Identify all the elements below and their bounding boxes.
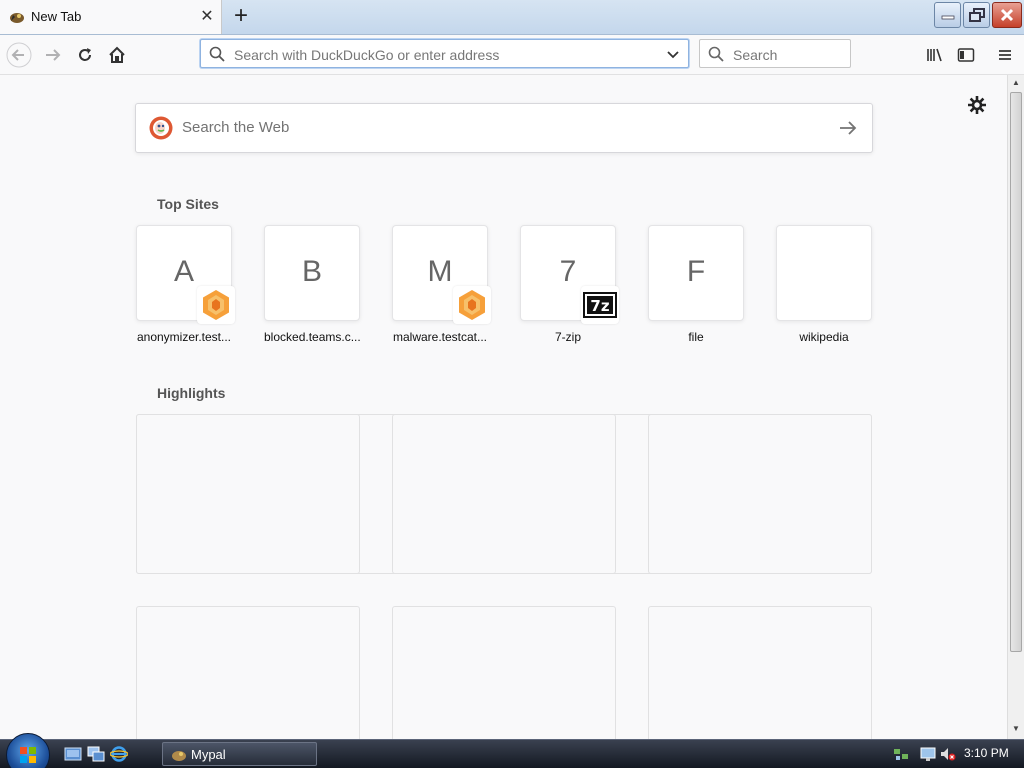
highlight-card[interactable] xyxy=(392,414,616,574)
sidebar-icon xyxy=(957,48,975,62)
web-search-box[interactable]: Search the Web xyxy=(135,103,873,153)
top-site-tile[interactable]: 7 7z 7-zip xyxy=(520,225,619,344)
sidebar-button[interactable] xyxy=(953,42,979,68)
window-controls xyxy=(934,2,1022,30)
highlight-card[interactable] xyxy=(136,414,360,574)
top-site-thumbnail[interactable]: F xyxy=(648,225,744,321)
library-icon xyxy=(927,48,942,62)
tab-title: New Tab xyxy=(31,9,82,24)
home-icon xyxy=(109,46,125,63)
top-site-tile[interactable]: F file xyxy=(648,225,744,344)
search-icon xyxy=(209,46,225,62)
hamburger-menu-icon xyxy=(999,50,1011,60)
top-site-thumbnail[interactable]: 7 7z xyxy=(520,225,619,324)
internet-explorer-icon[interactable] xyxy=(110,746,128,762)
display-icon[interactable] xyxy=(920,746,936,762)
minimize-icon xyxy=(941,15,954,20)
top-site-letter: M xyxy=(427,255,453,288)
new-tab-button[interactable]: + xyxy=(228,4,254,30)
highlights-title: Highlights xyxy=(157,385,226,401)
top-site-tile[interactable]: wikipedia xyxy=(776,225,872,344)
top-site-label: wikipedia xyxy=(799,330,849,344)
svg-text:7z: 7z xyxy=(590,297,609,315)
top-site-label: blocked.teams.c... xyxy=(264,330,360,344)
top-site-tile[interactable]: M malware.testcat... xyxy=(392,225,491,344)
chevron-down-icon[interactable] xyxy=(666,47,680,61)
forward-arrow-icon xyxy=(46,49,61,61)
reload-button[interactable] xyxy=(72,42,98,68)
top-site-label: 7-zip xyxy=(554,330,581,344)
search-input[interactable] xyxy=(731,45,845,65)
search-bar[interactable] xyxy=(699,39,851,68)
top-site-letter: F xyxy=(686,255,706,288)
search-icon xyxy=(708,46,724,62)
library-button[interactable] xyxy=(922,42,948,68)
top-site-label: anonymizer.test... xyxy=(136,330,232,344)
menu-button[interactable] xyxy=(992,42,1018,68)
top-site-thumbnail[interactable]: M xyxy=(392,225,491,324)
top-site-tile[interactable]: B blocked.teams.c... xyxy=(264,225,360,344)
navigation-toolbar xyxy=(0,35,1024,75)
gear-icon[interactable] xyxy=(966,94,988,116)
windows-taskbar: Mypal 3:10 PM xyxy=(0,733,1024,768)
address-bar[interactable] xyxy=(200,39,689,68)
minimize-button[interactable] xyxy=(934,2,961,28)
arrow-right-icon[interactable] xyxy=(838,118,858,138)
restore-icon xyxy=(968,8,985,22)
web-search-placeholder: Search the Web xyxy=(182,119,290,136)
mypal-favicon-icon xyxy=(172,751,186,761)
system-clock: 3:10 PM xyxy=(964,746,1009,760)
taskbar-item-label: Mypal xyxy=(191,747,226,762)
close-icon xyxy=(1000,8,1014,22)
taskbar-item-mypal[interactable]: Mypal xyxy=(162,742,317,766)
tab-strip: New Tab ✕ + xyxy=(0,0,1024,35)
top-site-letter: A xyxy=(173,255,194,288)
volume-muted-icon[interactable] xyxy=(940,746,956,762)
vertical-scrollbar[interactable]: ▲ ▼ xyxy=(1007,75,1024,739)
network-icon[interactable] xyxy=(893,746,909,762)
scroll-down-arrow-icon[interactable]: ▼ xyxy=(1008,721,1024,737)
mypal-favicon-icon xyxy=(10,13,24,23)
switch-windows-icon[interactable] xyxy=(87,746,105,762)
back-arrow-icon xyxy=(6,42,32,68)
top-site-letter: 7 xyxy=(559,255,577,288)
reload-icon xyxy=(79,48,91,61)
top-site-thumbnail[interactable] xyxy=(776,225,872,321)
top-site-thumbnail[interactable]: B xyxy=(264,225,360,321)
scroll-up-arrow-icon[interactable]: ▲ xyxy=(1008,75,1024,91)
show-desktop-icon[interactable] xyxy=(64,746,82,762)
7zip-logo-icon: 7z xyxy=(581,286,619,324)
scrollbar-thumb[interactable] xyxy=(1010,92,1022,652)
start-button[interactable] xyxy=(6,733,50,768)
duckduckgo-logo-icon xyxy=(149,116,173,140)
address-input[interactable] xyxy=(232,44,656,66)
top-site-tile[interactable]: A anonymizer.test... xyxy=(136,225,235,344)
home-button[interactable] xyxy=(104,42,130,68)
top-site-thumbnail[interactable]: A xyxy=(136,225,235,324)
forward-button[interactable] xyxy=(40,42,66,68)
orange-hexagon-icon xyxy=(453,286,491,324)
orange-hexagon-icon xyxy=(197,286,235,324)
highlight-card[interactable] xyxy=(392,606,616,739)
new-tab-page: Search the Web Top Sites A anonymizer.te… xyxy=(0,75,1007,739)
windows-logo-icon xyxy=(20,747,36,763)
highlight-card[interactable] xyxy=(648,606,872,739)
top-site-letter: B xyxy=(301,255,322,288)
highlight-card[interactable] xyxy=(136,606,360,739)
back-button[interactable] xyxy=(6,42,32,68)
tab-close-icon[interactable]: ✕ xyxy=(198,8,216,26)
top-sites-title: Top Sites xyxy=(157,196,219,212)
tab-new-tab[interactable]: New Tab ✕ xyxy=(0,0,222,34)
close-window-button[interactable] xyxy=(992,2,1022,28)
top-site-label: malware.testcat... xyxy=(392,330,488,344)
highlight-card[interactable] xyxy=(648,414,872,574)
restore-button[interactable] xyxy=(963,2,990,28)
top-site-label: file xyxy=(688,330,704,344)
